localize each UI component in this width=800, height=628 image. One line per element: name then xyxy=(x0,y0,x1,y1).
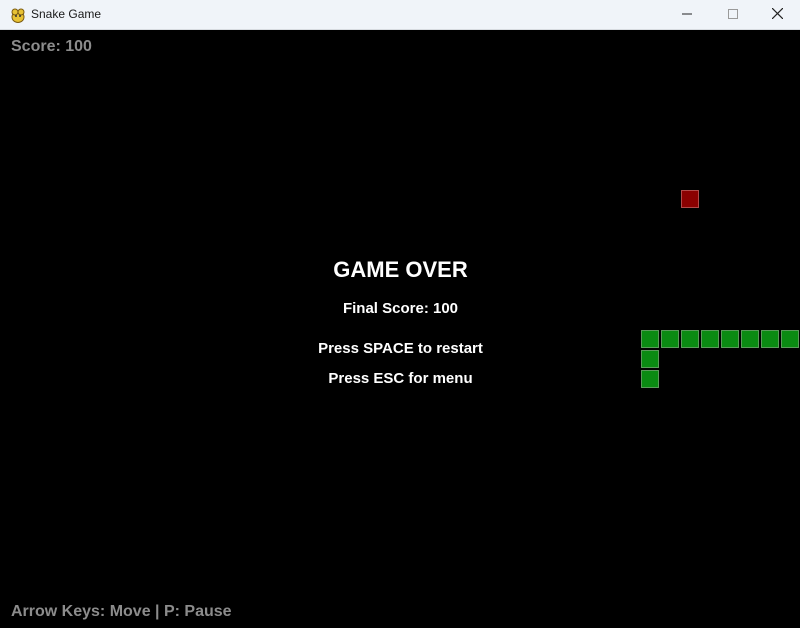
game-canvas[interactable]: Score: 100 GAME OVER Final Score: 100 Pr… xyxy=(1,30,800,628)
food-item xyxy=(681,190,699,208)
menu-hint: Press ESC for menu xyxy=(328,370,473,387)
maximize-icon xyxy=(728,6,738,24)
game-over-title: GAME OVER xyxy=(333,257,468,282)
score-display: Score: 100 xyxy=(11,38,92,55)
close-icon xyxy=(771,6,783,24)
minimize-button[interactable] xyxy=(664,0,710,30)
restart-hint: Press SPACE to restart xyxy=(318,340,483,357)
game-window: Snake Game Score: 100 GAME OVER Final Sc… xyxy=(0,0,800,628)
maximize-button[interactable] xyxy=(710,0,756,30)
final-score-text: Final Score: 100 xyxy=(342,300,459,317)
minimize-icon xyxy=(682,6,692,24)
title-bar[interactable]: Snake Game xyxy=(0,0,800,30)
pygame-snake-icon xyxy=(9,6,27,24)
close-button[interactable] xyxy=(754,0,800,30)
controls-help: Arrow Keys: Move | P: Pause xyxy=(11,603,232,620)
window-title: Snake Game xyxy=(31,7,102,21)
